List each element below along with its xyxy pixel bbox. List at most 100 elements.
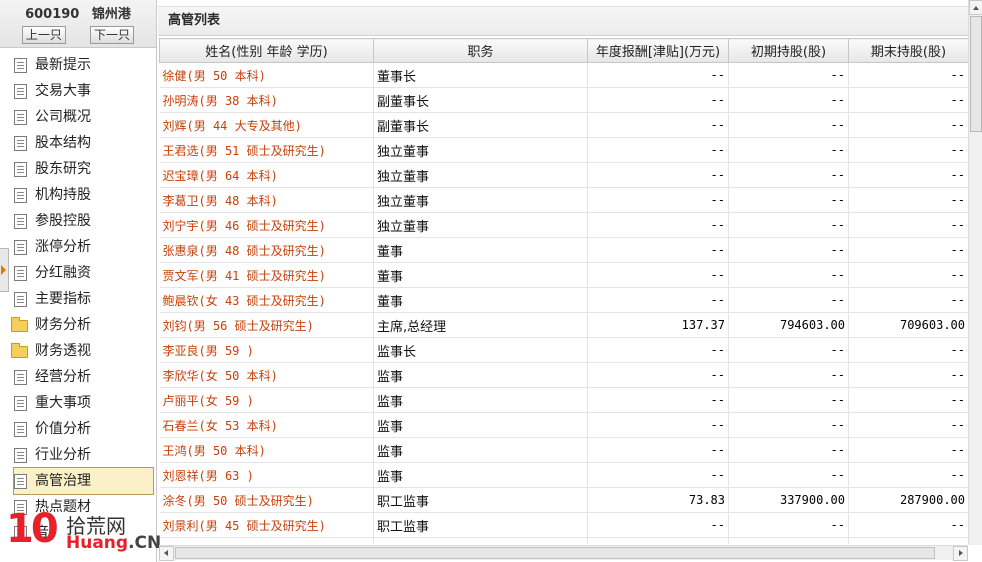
executive-name-link[interactable]: 刘钧(男 56 硕士及研究生) bbox=[159, 312, 374, 338]
value-cell: 287900.00 bbox=[848, 487, 968, 513]
position-cell: 董事 bbox=[373, 237, 588, 263]
scroll-left-arrow-icon[interactable] bbox=[159, 546, 174, 561]
executive-name-link[interactable]: 刘辉(男 44 大专及其他) bbox=[159, 112, 374, 138]
sidebar-item-label: 财务分析 bbox=[35, 317, 91, 333]
executive-name-link[interactable]: 李葛卫(男 48 本科) bbox=[159, 187, 374, 213]
position-cell: 独立董事 bbox=[373, 187, 588, 213]
executive-name-link[interactable]: 卢丽平(女 59 ) bbox=[159, 387, 374, 413]
sidebar-item-11[interactable]: 财务透视 bbox=[0, 338, 156, 364]
vertical-scroll-thumb[interactable] bbox=[970, 16, 982, 132]
table-row: 张宏博(男 44 硕士及研究生)职工监事------ bbox=[159, 537, 968, 544]
value-cell: -- bbox=[848, 512, 968, 538]
value-cell: -- bbox=[728, 212, 849, 238]
value-cell: -- bbox=[587, 137, 729, 163]
table-row: 徐健(男 50 本科) 董事长 -- -- -- bbox=[159, 62, 968, 88]
column-header[interactable]: 职务 bbox=[373, 38, 588, 63]
executive-name-link[interactable]: 刘宁宇(男 46 硕士及研究生) bbox=[159, 212, 374, 238]
executive-name-link[interactable]: 石春兰(女 53 本科) bbox=[159, 412, 374, 438]
executive-name-link[interactable]: 李欣华(女 50 本科) bbox=[159, 362, 374, 388]
value-cell: -- bbox=[728, 462, 849, 488]
value-cell: -- bbox=[728, 87, 849, 113]
executive-name-link[interactable]: 李亚良(男 59 ) bbox=[159, 337, 374, 363]
folder-icon bbox=[11, 343, 28, 358]
sidebar-item-5[interactable]: 机构持股 bbox=[0, 182, 156, 208]
horizontal-scrollbar[interactable] bbox=[159, 545, 968, 561]
column-header[interactable]: 年度报酬[津贴](万元) bbox=[587, 38, 729, 63]
executive-name-link[interactable]: 张惠泉(男 48 硕士及研究生) bbox=[159, 237, 374, 263]
executive-name-link[interactable]: 刘恩祥(男 63 ) bbox=[159, 462, 374, 488]
sidebar-item-12[interactable]: 经营分析 bbox=[0, 364, 156, 390]
value-cell: -- bbox=[587, 362, 729, 388]
column-header[interactable]: 姓名(性别 年龄 学历) bbox=[159, 38, 374, 63]
executive-name-link[interactable]: 贾文军(男 41 硕士及研究生) bbox=[159, 262, 374, 288]
sidebar-item-label: 经营分析 bbox=[35, 369, 91, 385]
sidebar-item-3[interactable]: 股本结构 bbox=[0, 130, 156, 156]
sidebar-item-17[interactable]: 热点题材 bbox=[0, 494, 156, 520]
executive-name-link[interactable]: 王鸿(男 50 本科) bbox=[159, 437, 374, 463]
value-cell: -- bbox=[848, 112, 968, 138]
value-cell: -- bbox=[848, 362, 968, 388]
value-cell: -- bbox=[587, 337, 729, 363]
vertical-scrollbar[interactable] bbox=[968, 0, 982, 545]
sidebar: 600190 锦州港 上一只 下一只 最新提示 交易大事 公司概况 股本结构 股东研究机… bbox=[0, 0, 161, 562]
document-icon bbox=[14, 162, 27, 177]
document-icon bbox=[14, 214, 27, 229]
sidebar-item-label: 分红融资 bbox=[35, 265, 91, 281]
sidebar-item-label: 交易大事 bbox=[35, 83, 91, 99]
main-panel: 高管列表 姓名(性别 年龄 学历) 职务 年度报酬[津贴](万元) 初期持股(股) 期末… bbox=[158, 0, 982, 562]
value-cell: -- bbox=[848, 537, 968, 544]
executive-name-link[interactable]: 刘景利(男 45 硕士及研究生) bbox=[159, 512, 374, 538]
value-cell: -- bbox=[728, 262, 849, 288]
executive-name-link[interactable]: 徐健(男 50 本科) bbox=[159, 62, 374, 88]
column-header[interactable]: 期末持股(股) bbox=[848, 38, 968, 63]
executive-name-link[interactable]: 迟宝璋(男 64 本科) bbox=[159, 162, 374, 188]
position-cell: 监事 bbox=[373, 362, 588, 388]
executive-name-link[interactable]: 涂冬(男 50 硕士及研究生) bbox=[159, 487, 374, 513]
sidebar-item-16[interactable]: 高管治理 bbox=[13, 467, 154, 495]
sidebar-item-7[interactable]: 涨停分析 bbox=[0, 234, 156, 260]
table-body: 徐健(男 50 本科) 董事长 -- -- -- 孙明涛(男 38 本科) 副董事长 -- --… bbox=[159, 62, 968, 544]
sidebar-item-label: 股东研究 bbox=[35, 161, 91, 177]
sidebar-collapse-toggle[interactable] bbox=[0, 248, 9, 292]
scroll-right-arrow-icon[interactable] bbox=[953, 546, 968, 561]
value-cell: 337900.00 bbox=[728, 487, 849, 513]
sidebar-item-label: 财务透视 bbox=[35, 343, 91, 359]
executive-name-link[interactable]: 张宏博(男 44 硕士及研究生) bbox=[159, 537, 374, 544]
executive-name-link[interactable]: 鲍晨钦(女 43 硕士及研究生) bbox=[159, 287, 374, 313]
scroll-up-arrow-icon[interactable] bbox=[969, 0, 982, 15]
horizontal-scroll-thumb[interactable] bbox=[175, 547, 935, 559]
sidebar-item-18[interactable]: 音 bbox=[0, 520, 156, 546]
executive-name-link[interactable]: 孙明涛(男 38 本科) bbox=[159, 87, 374, 113]
value-cell: 137.37 bbox=[587, 312, 729, 338]
sidebar-item-2[interactable]: 公司概况 bbox=[0, 104, 156, 130]
executive-name-link[interactable]: 王君选(男 51 硕士及研究生) bbox=[159, 137, 374, 163]
sidebar-item-10[interactable]: 财务分析 bbox=[0, 312, 156, 338]
value-cell: -- bbox=[587, 537, 729, 544]
sidebar-item-9[interactable]: 主要指标 bbox=[0, 286, 156, 312]
sidebar-item-4[interactable]: 股东研究 bbox=[0, 156, 156, 182]
sidebar-item-8[interactable]: 分红融资 bbox=[0, 260, 156, 286]
table-row: 李葛卫(男 48 本科) 独立董事 -- -- -- bbox=[159, 187, 968, 213]
table-row: 李亚良(男 59 ) 监事长 -- -- -- bbox=[159, 337, 968, 363]
next-stock-button[interactable]: 下一只 bbox=[90, 26, 135, 44]
document-icon bbox=[14, 292, 27, 307]
sidebar-item-label: 机构持股 bbox=[35, 187, 91, 203]
sidebar-item-13[interactable]: 重大事项 bbox=[0, 390, 156, 416]
sidebar-item-1[interactable]: 交易大事 bbox=[0, 78, 156, 104]
sidebar-item-14[interactable]: 价值分析 bbox=[0, 416, 156, 442]
value-cell: 794603.00 bbox=[728, 312, 849, 338]
prev-stock-button[interactable]: 上一只 bbox=[21, 26, 66, 44]
sidebar-item-6[interactable]: 参股控股 bbox=[0, 208, 156, 234]
sidebar-item-label: 行业分析 bbox=[35, 447, 91, 463]
column-header[interactable]: 初期持股(股) bbox=[728, 38, 849, 63]
value-cell: -- bbox=[587, 87, 729, 113]
value-cell: -- bbox=[728, 337, 849, 363]
document-icon bbox=[14, 136, 27, 151]
position-cell: 独立董事 bbox=[373, 162, 588, 188]
sidebar-item-0[interactable]: 最新提示 bbox=[0, 52, 156, 78]
value-cell: -- bbox=[848, 62, 968, 88]
executives-table: 姓名(性别 年龄 学历) 职务 年度报酬[津贴](万元) 初期持股(股) 期末持股(股)… bbox=[159, 38, 968, 544]
value-cell: -- bbox=[728, 137, 849, 163]
folder-icon bbox=[11, 317, 28, 332]
sidebar-item-15[interactable]: 行业分析 bbox=[0, 442, 156, 468]
